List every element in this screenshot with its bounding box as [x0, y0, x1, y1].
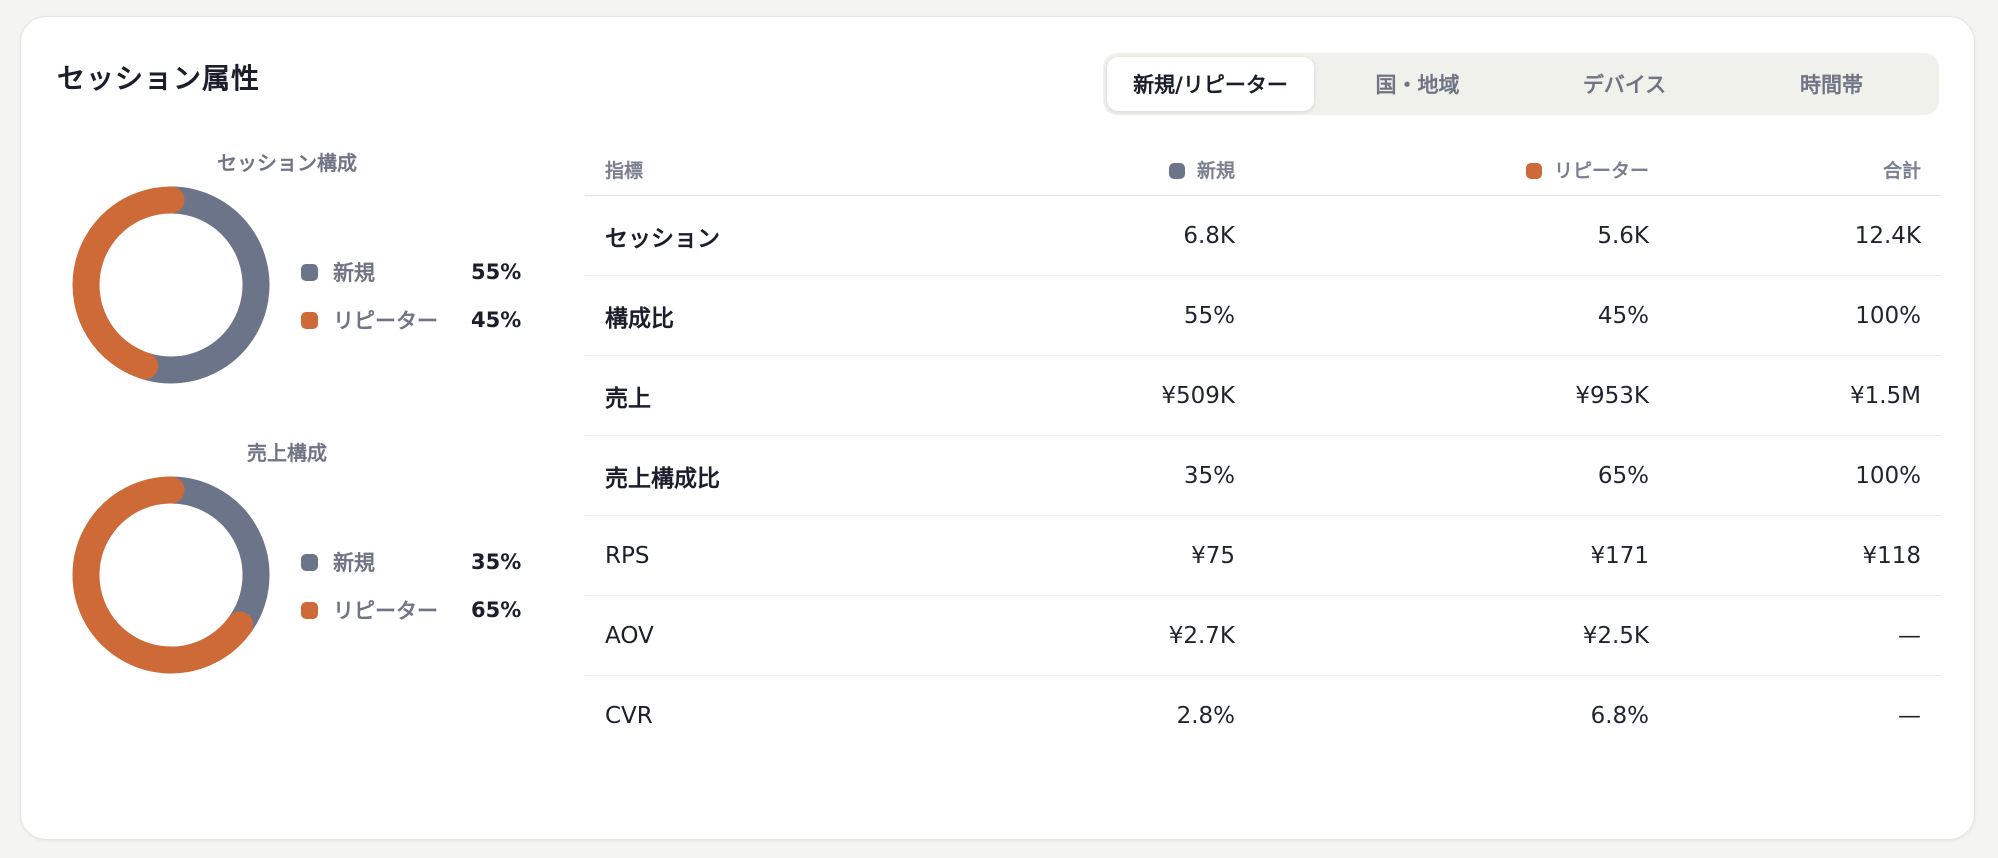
segment-tabs: 新規/リピーター 国・地域 デバイス 時間帯: [1103, 53, 1939, 115]
row-total-value: ¥118: [1862, 542, 1921, 569]
tab-time-of-day[interactable]: 時間帯: [1728, 57, 1935, 111]
metrics-table: 指標 新規 リピーター 合計 セッション 6.8K 5.6K 12.4K 構成比…: [585, 143, 1941, 755]
legend-value: 35%: [471, 550, 522, 574]
chart-title: セッション構成: [217, 151, 357, 175]
header-metric: 指標: [605, 159, 644, 182]
legend-swatch-new: [301, 263, 318, 281]
row-repeater-value: 65%: [1597, 462, 1649, 489]
table-row: セッション 6.8K 5.6K 12.4K: [585, 196, 1941, 276]
row-metric: AOV: [605, 622, 654, 649]
table-row: RPS ¥75 ¥171 ¥118: [585, 516, 1941, 596]
legend-item-repeater: リピーター 65%: [301, 595, 521, 625]
row-new-value: 35%: [1183, 462, 1235, 489]
row-total-value: 100%: [1855, 462, 1921, 489]
row-new-value: 55%: [1183, 302, 1235, 329]
header-repeater-label: リピーター: [1553, 159, 1649, 182]
row-metric: CVR: [605, 702, 653, 729]
row-new-value: ¥2.7K: [1168, 622, 1235, 649]
row-new-value: 6.8K: [1183, 222, 1235, 249]
legend-swatch-repeater: [301, 601, 318, 619]
tab-device[interactable]: デバイス: [1521, 57, 1728, 111]
table-row: 構成比 55% 45% 100%: [585, 276, 1941, 356]
row-total-value: 12.4K: [1854, 222, 1921, 249]
tab-country-region[interactable]: 国・地域: [1314, 57, 1521, 111]
table-header: 指標 新規 リピーター 合計: [585, 143, 1941, 196]
legend-swatch-repeater: [301, 311, 318, 329]
header-repeater: リピーター: [1525, 156, 1649, 183]
legend-item-repeater: リピーター 45%: [301, 305, 521, 335]
legend-item-new: 新規 55%: [301, 257, 521, 287]
row-repeater-value: 45%: [1597, 302, 1649, 329]
header-new: 新規: [1168, 156, 1235, 183]
donut-chart: [72, 186, 270, 384]
donut-slice-new: [131, 186, 270, 384]
legend-swatch-new: [301, 553, 318, 571]
donut-slice-new: [157, 476, 270, 639]
legend-value: 65%: [471, 598, 522, 622]
legend-item-new: 新規 35%: [301, 547, 521, 577]
row-total-value: —: [1898, 622, 1921, 649]
donut-slice-repeater: [72, 186, 185, 380]
row-metric: 売上構成比: [605, 465, 720, 492]
table-row: 売上 ¥509K ¥953K ¥1.5M: [585, 356, 1941, 436]
row-repeater-value: ¥953K: [1575, 382, 1649, 409]
header-new-label: 新規: [1196, 159, 1235, 182]
row-total-value: 100%: [1855, 302, 1921, 329]
row-new-value: ¥509K: [1161, 382, 1235, 409]
card-title: セッション属性: [57, 62, 261, 95]
chart-title: 売上構成: [247, 441, 327, 465]
donut-chart: [72, 476, 270, 674]
row-new-value: 2.8%: [1176, 702, 1235, 729]
row-metric: セッション: [605, 225, 720, 252]
row-metric: 構成比: [605, 305, 674, 332]
session-composition-chart: セッション構成 新規 55% リピーター 45%: [21, 147, 541, 397]
row-total-value: —: [1898, 702, 1921, 729]
new-swatch: [1168, 162, 1185, 179]
legend-value: 45%: [471, 308, 522, 332]
row-new-value: ¥75: [1191, 542, 1235, 569]
table-row: CVR 2.8% 6.8% —: [585, 676, 1941, 755]
row-metric: 売上: [605, 385, 651, 412]
repeater-swatch: [1525, 162, 1542, 179]
row-repeater-value: 6.8%: [1590, 702, 1649, 729]
legend-label: リピーター: [333, 599, 438, 623]
table-row: 売上構成比 35% 65% 100%: [585, 436, 1941, 516]
header-total: 合計: [1882, 159, 1921, 182]
legend-value: 55%: [471, 260, 522, 284]
revenue-composition-chart: 売上構成 新規 35% リピーター 65%: [21, 437, 541, 687]
row-repeater-value: ¥171: [1590, 542, 1649, 569]
legend-label: 新規: [333, 551, 375, 575]
session-attributes-card: セッション属性 新規/リピーター 国・地域 デバイス 時間帯 セッション構成 新…: [20, 16, 1975, 840]
row-metric: RPS: [605, 542, 650, 569]
legend-label: 新規: [333, 261, 375, 285]
tab-new-repeater[interactable]: 新規/リピーター: [1107, 57, 1314, 111]
row-total-value: ¥1.5M: [1849, 382, 1921, 409]
legend-label: リピーター: [333, 309, 438, 333]
row-repeater-value: 5.6K: [1597, 222, 1649, 249]
table-row: AOV ¥2.7K ¥2.5K —: [585, 596, 1941, 676]
row-repeater-value: ¥2.5K: [1582, 622, 1649, 649]
